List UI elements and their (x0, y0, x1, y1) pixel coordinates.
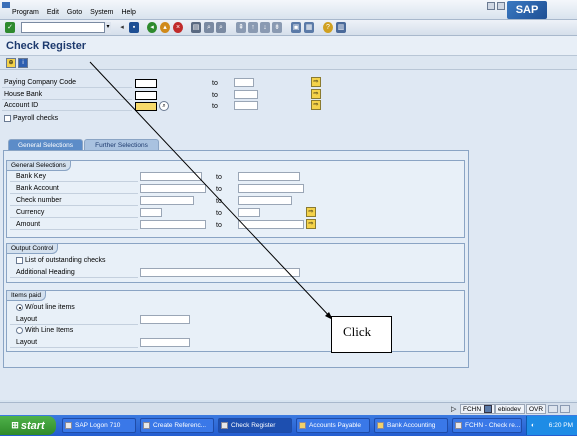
start-button[interactable]: ⊞ start (0, 416, 56, 435)
taskbar-item-check-register[interactable]: Check Register (218, 418, 292, 433)
start-label: start (20, 419, 45, 432)
status-mode: OVR (526, 404, 546, 414)
taskbar-item-fchn[interactable]: FCHN - Check re... (452, 418, 522, 433)
taskbar-item-label: FCHN - Check re... (465, 422, 521, 429)
system-tray: ◐ 6:20 PM (526, 416, 577, 435)
annotation-arrow (89, 61, 334, 321)
status-server-icon[interactable] (484, 405, 492, 413)
taskbar-item-sap-logon[interactable]: SAP Logon 710 (62, 418, 136, 433)
folder-icon (299, 422, 306, 429)
sap-window-icon (221, 422, 228, 429)
document-icon (143, 422, 150, 429)
taskbar-item-label: Create Referenc... (153, 422, 207, 429)
taskbar-item-label: SAP Logon 710 (75, 422, 121, 429)
clock: 6:20 PM (548, 422, 573, 429)
folder-icon (377, 422, 384, 429)
sap-window-icon (455, 422, 462, 429)
status-resize-icon[interactable] (560, 405, 570, 413)
click-annotation: Click (331, 316, 392, 353)
sap-logon-icon (65, 422, 72, 429)
taskbar-item-create-reference[interactable]: Create Referenc... (140, 418, 214, 433)
taskbar-item-label: Bank Accounting (387, 422, 436, 429)
taskbar-item-label: Accounts Payable (309, 422, 362, 429)
taskbar-item-accounts-payable[interactable]: Accounts Payable (296, 418, 370, 433)
arrow-line (89, 61, 334, 321)
taskbar-item-bank-accounting[interactable]: Bank Accounting (374, 418, 448, 433)
tray-icon[interactable]: ◐ (531, 416, 535, 435)
status-lock-icon[interactable] (548, 405, 558, 413)
taskbar-item-label: Check Register (231, 422, 276, 429)
status-triangle-icon[interactable]: ▷ (451, 405, 456, 413)
status-server: ebiodev (495, 404, 525, 414)
status-tx-text: FCHN (463, 406, 482, 413)
windows-logo-icon: ⊞ (11, 420, 19, 430)
